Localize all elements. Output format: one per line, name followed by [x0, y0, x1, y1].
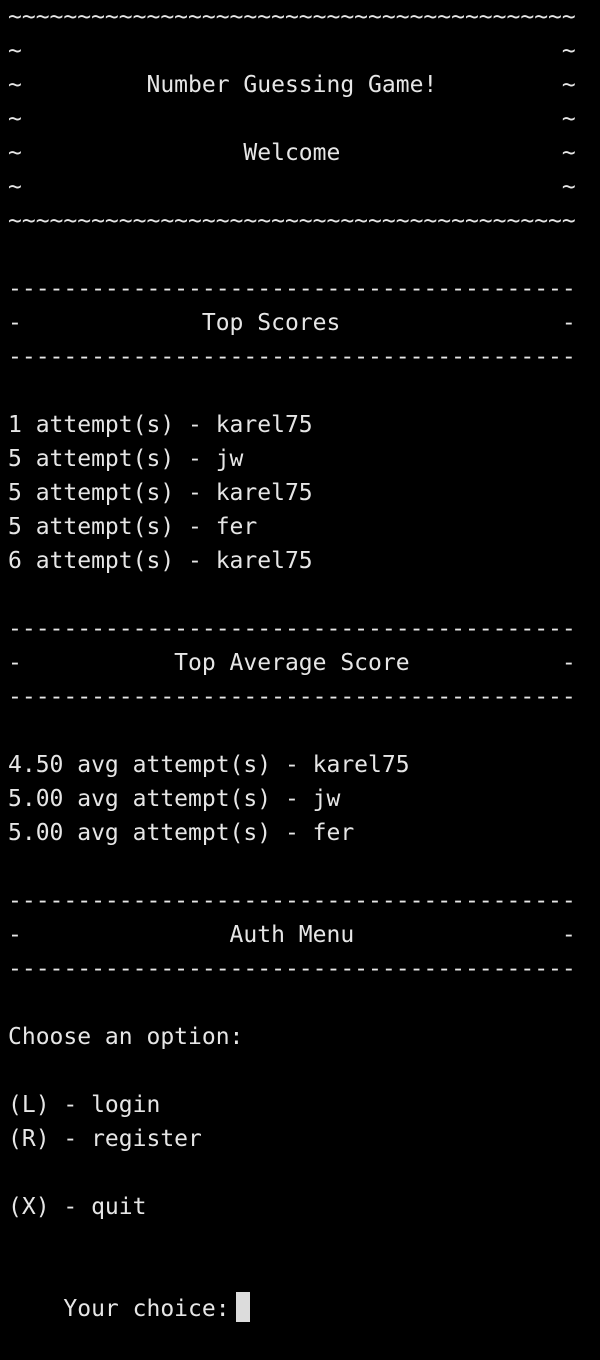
top-average-header: - Top Average Score - [8, 650, 576, 676]
input-prompt: Your choice: [63, 1296, 230, 1322]
auth-menu-header: - Auth Menu - [8, 922, 576, 948]
auth-menu-prompt: Choose an option: [8, 1024, 244, 1050]
top-score-row: 5 attempt(s) - karel75 [8, 480, 313, 506]
top-score-row: 5 attempt(s) - fer [8, 514, 258, 540]
top-scores-divider-bottom: ----------------------------------------… [8, 344, 576, 370]
input-line[interactable]: Your choice: [8, 1258, 250, 1322]
top-average-row: 4.50 avg attempt(s) - karel75 [8, 752, 410, 778]
banner-border-top: ~~~~~~~~~~~~~~~~~~~~~~~~~~~~~~~~~~~~~~~~… [8, 4, 576, 30]
text-cursor[interactable] [235, 1291, 250, 1322]
top-scores-divider-top: ----------------------------------------… [8, 276, 576, 302]
top-average-divider-top: ----------------------------------------… [8, 616, 576, 642]
menu-option-register: (R) - register [8, 1126, 202, 1152]
top-average-row: 5.00 avg attempt(s) - jw [8, 786, 341, 812]
top-score-row: 5 attempt(s) - jw [8, 446, 244, 472]
top-score-row: 6 attempt(s) - karel75 [8, 548, 313, 574]
menu-option-login: (L) - login [8, 1092, 161, 1118]
banner-title: ~ Number Guessing Game! ~ [8, 72, 576, 98]
banner-subtitle: ~ Welcome ~ [8, 140, 576, 166]
top-average-divider-bottom: ----------------------------------------… [8, 684, 576, 710]
menu-option-quit: (X) - quit [8, 1194, 147, 1220]
top-scores-header: - Top Scores - [8, 310, 576, 336]
banner-border-bottom: ~~~~~~~~~~~~~~~~~~~~~~~~~~~~~~~~~~~~~~~~… [8, 208, 576, 234]
banner-blank-line: ~ ~ [8, 38, 576, 64]
top-score-row: 1 attempt(s) - karel75 [8, 412, 313, 438]
auth-menu-divider-top: ----------------------------------------… [8, 888, 576, 914]
banner-blank-line: ~ ~ [8, 174, 576, 200]
banner-blank-line: ~ ~ [8, 106, 576, 132]
auth-menu-divider-bottom: ----------------------------------------… [8, 956, 576, 982]
top-average-row: 5.00 avg attempt(s) - fer [8, 820, 355, 846]
